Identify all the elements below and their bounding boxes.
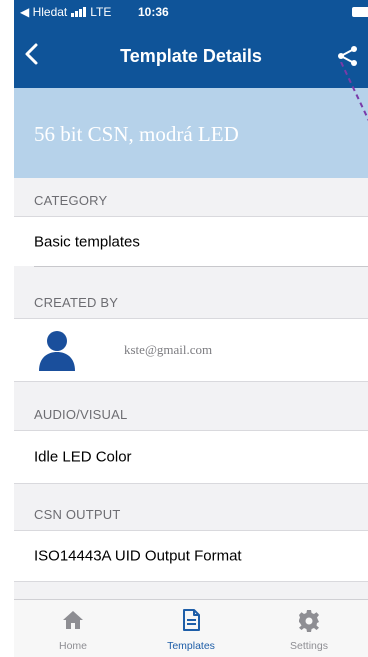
- csn-output-section-header: CSN OUTPUT: [14, 484, 368, 530]
- tab-templates-label: Templates: [167, 640, 215, 652]
- tab-home[interactable]: Home: [14, 600, 132, 657]
- creator-email: kste@gmail.com: [124, 342, 213, 357]
- tab-settings[interactable]: Settings: [250, 600, 368, 657]
- network-type: LTE: [90, 5, 112, 19]
- category-row[interactable]: Basic templates: [14, 216, 368, 267]
- template-name: 56 bit CSN, modrá LED: [34, 122, 239, 146]
- tab-settings-label: Settings: [290, 640, 328, 652]
- page-title: Template Details: [120, 46, 262, 66]
- tab-bar: Home Templates Settings: [14, 599, 368, 657]
- status-time: 10:36: [138, 5, 169, 19]
- created-by-header-label: CREATED BY: [34, 295, 119, 310]
- idle-led-color-label: Idle LED Color: [34, 448, 132, 466]
- template-header: 56 bit CSN, modrá LED: [14, 88, 368, 178]
- csn-output-header-label: CSN OUTPUT: [34, 507, 121, 522]
- nav-bar: Template Details: [14, 24, 368, 88]
- share-icon[interactable]: [336, 44, 360, 68]
- created-by-row[interactable]: kste@gmail.com: [14, 318, 368, 382]
- tab-templates[interactable]: Templates: [132, 600, 250, 657]
- audio-visual-header-label: AUDIO/VISUAL: [34, 407, 128, 422]
- idle-led-color-row[interactable]: Idle LED Color: [14, 430, 368, 484]
- audio-visual-section-header: AUDIO/VISUAL: [14, 382, 368, 430]
- user-avatar-icon: [39, 331, 75, 371]
- home-icon: [63, 611, 83, 629]
- battery-icon: [352, 7, 368, 17]
- csn-output-row[interactable]: ISO14443A UID Output Format: [14, 530, 368, 582]
- category-header-label: CATEGORY: [34, 193, 108, 208]
- csn-output-format-label: ISO14443A UID Output Format: [34, 547, 242, 565]
- signal-icon: [71, 7, 87, 17]
- created-by-section-header: CREATED BY: [14, 266, 368, 318]
- category-section-header: CATEGORY: [14, 178, 368, 216]
- category-value: Basic templates: [34, 233, 140, 250]
- app-frame: ◀ Hledat LTE 10:36 Template Details 56 b…: [14, 0, 368, 657]
- status-bar: ◀ Hledat LTE 10:36: [14, 0, 368, 24]
- status-left: ◀ Hledat LTE: [20, 5, 111, 19]
- back-to-app-label[interactable]: ◀ Hledat: [20, 5, 67, 19]
- tab-home-label: Home: [58, 640, 87, 652]
- document-icon: [183, 609, 200, 631]
- gear-icon: [299, 610, 319, 632]
